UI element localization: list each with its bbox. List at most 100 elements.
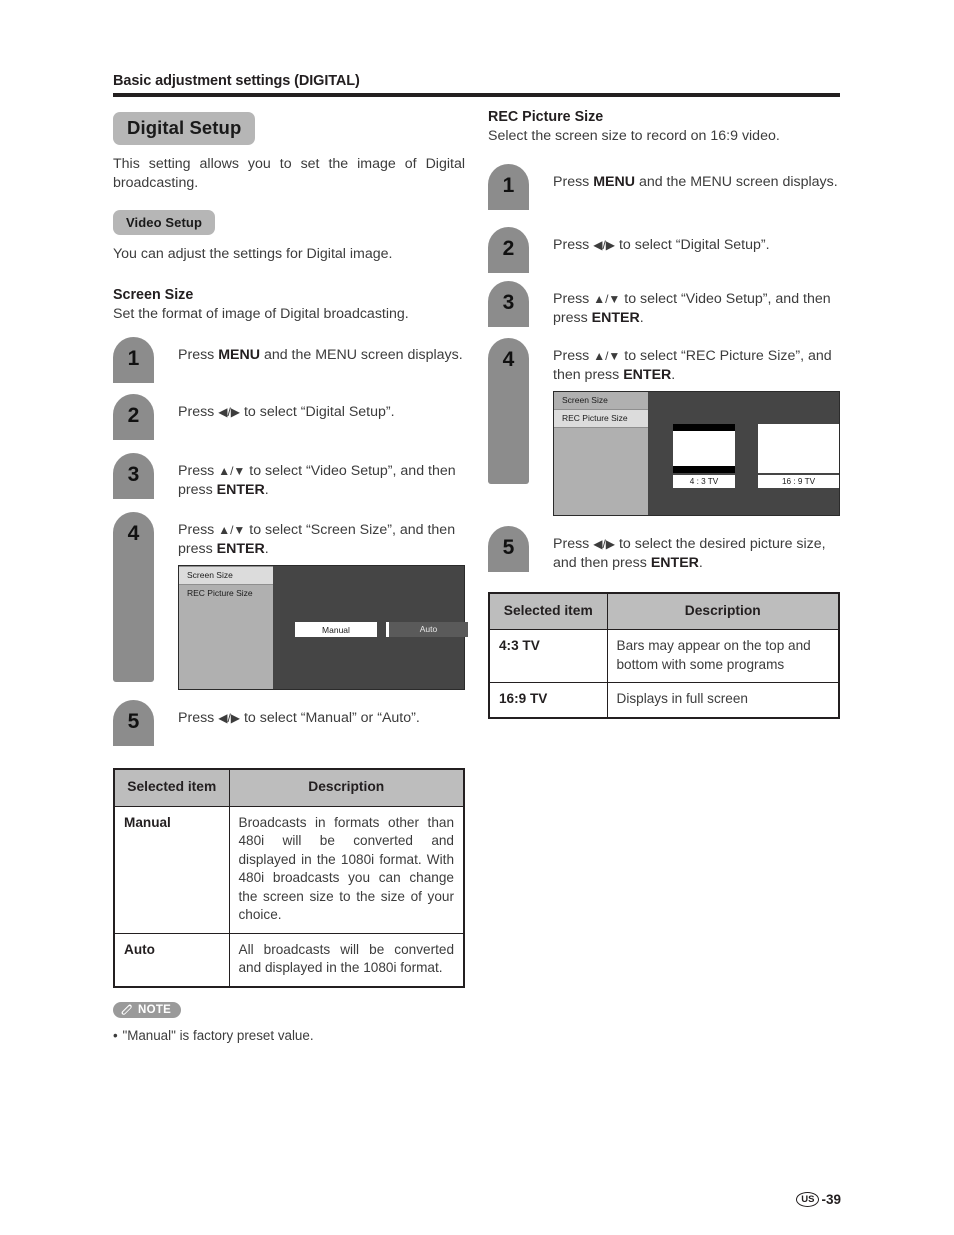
r-step-3-text-a: Press (553, 290, 594, 307)
r-step-1-text: Press MENU and the MENU screen displays. (553, 164, 840, 192)
osd-menu-item-screen-size[interactable]: Screen Size (179, 566, 273, 585)
note-block: NOTE • "Manual" is factory preset value. (113, 1001, 465, 1046)
step-1-text-a: Press (178, 347, 219, 363)
up-down-arrow-icon: ▲/▼ (218, 523, 246, 537)
page-number: -39 (821, 1192, 841, 1207)
step-3-number: 3 (113, 453, 154, 499)
r-step-3-text: Press ▲/▼ to select “Video Setup”, and t… (553, 281, 840, 328)
note-text: "Manual" is factory preset value. (122, 1028, 314, 1043)
table-cell-description: Bars may appear on the top and bottom wi… (606, 629, 840, 683)
osd-content-pane: 4 : 3 TV 16 : 9 TV (648, 391, 839, 515)
r-step-4-keycap: ENTER (623, 366, 672, 383)
r-step-5-text-c: . (698, 554, 703, 571)
right-column: REC Picture Size Select the screen size … (488, 108, 840, 719)
r-step-5-number: 5 (488, 525, 529, 572)
r-step-1-keycap: MENU (593, 173, 635, 190)
left-right-arrow-icon: ◀/▶ (593, 237, 616, 252)
table-cell-item: 4:3 TV (488, 629, 608, 683)
step-1: 1 Press MENU and the MENU screen display… (113, 337, 465, 394)
osd-menu-item-rec-picture-size[interactable]: REC Picture Size (179, 585, 273, 602)
step-2-number: 2 (113, 394, 154, 440)
osd-button-auto[interactable]: Auto (386, 622, 468, 637)
osd-menu-list: Screen Size REC Picture Size (179, 566, 273, 689)
table-cell-description: Broadcasts in formats other than 480i wi… (228, 805, 465, 934)
running-head-title: Basic adjustment settings (DIGITAL) (113, 73, 360, 89)
left-right-arrow-icon: ◀/▶ (218, 405, 241, 419)
screen-size-description-table: Selected item Description Manual Broadca… (113, 768, 465, 988)
r-step-2-text: Press ◀/▶ to select “Digital Setup”. (553, 227, 840, 255)
table-row: 16:9 TV Displays in full screen (488, 682, 840, 718)
osd-menu-item-screen-size[interactable]: Screen Size (554, 392, 648, 409)
tv-label-4-3: 4 : 3 TV (673, 474, 735, 488)
step-4: 4 Press ▲/▼ to select “Screen Size”, and… (113, 512, 468, 700)
step-3: 3 Press ▲/▼ to select “Video Setup”, and… (113, 453, 465, 512)
osd-rec-picture-size: Screen Size REC Picture Size 4 : 3 TV 16… (553, 390, 840, 516)
note-text-line: • "Manual" is factory preset value. (113, 1027, 465, 1045)
step-4-number: 4 (113, 512, 154, 682)
note-label: NOTE (138, 1003, 172, 1016)
screen-size-title: Screen Size (113, 286, 194, 303)
r-step-5-text-a: Press (553, 535, 594, 552)
region-badge-us: US (796, 1192, 820, 1207)
up-down-arrow-icon: ▲/▼ (593, 291, 621, 306)
r-step-1-text-a: Press (553, 173, 594, 190)
rec-picture-size-description-table: Selected item Description 4:3 TV Bars ma… (488, 591, 840, 719)
rec-picture-size-title: REC Picture Size (488, 109, 604, 125)
column-header-description: Description (228, 768, 465, 807)
osd-menu-list: Screen Size REC Picture Size (554, 391, 648, 515)
table-header-row: Selected item Description (488, 592, 840, 630)
r-step-1: 1 Press MENU and the MENU screen display… (488, 163, 840, 227)
r-step-2-text-a: Press (553, 236, 594, 253)
step-5-number: 5 (113, 700, 154, 746)
osd-option-16-9-tv[interactable]: 16 : 9 TV (758, 423, 839, 488)
pencil-icon (121, 1004, 132, 1015)
left-right-arrow-icon: ◀/▶ (593, 536, 616, 551)
step-5: 5 Press ◀/▶ to select “Manual” or “Auto”… (113, 700, 465, 755)
step-5-text-a: Press (178, 710, 219, 726)
r-step-2: 2 Press ◀/▶ to select “Digital Setup”. (488, 226, 840, 281)
step-5-text-b: to select “Manual” or “Auto”. (240, 710, 420, 726)
note-bullet: • (113, 1028, 119, 1043)
column-header-selected-item: Selected item (113, 768, 230, 807)
osd-screen-size: Screen Size REC Picture Size Manual Auto (178, 565, 468, 690)
screen-size-desc: Set the format of image of Digital broad… (113, 305, 409, 322)
left-column: Digital Setup This setting allows you to… (113, 112, 468, 1046)
table-cell-item: Manual (113, 805, 230, 934)
left-right-arrow-icon: ◀/▶ (218, 711, 241, 725)
step-2: 2 Press ◀/▶ to select “Digital Setup”. (113, 394, 465, 453)
step-4-text-a: Press (178, 522, 219, 538)
step-2-text-a: Press (178, 404, 219, 420)
column-header-selected-item: Selected item (488, 592, 608, 630)
rec-picture-size-desc: Select the screen size to record on 16:9… (488, 128, 780, 144)
step-1-number: 1 (113, 337, 154, 383)
step-4-keycap: ENTER (216, 541, 265, 557)
r-step-4-number: 4 (488, 337, 529, 484)
osd-menu-item-rec-picture-size[interactable]: REC Picture Size (554, 408, 648, 428)
video-setup-heading: Video Setup (113, 210, 215, 235)
tv-label-16-9: 16 : 9 TV (758, 474, 839, 488)
page-footer: US -39 (796, 1192, 841, 1207)
osd-option-4-3-tv[interactable]: 4 : 3 TV (673, 423, 735, 488)
r-step-4-text: Press ▲/▼ to select “REC Picture Size”, … (553, 338, 840, 385)
r-step-4-text-a: Press (553, 347, 594, 364)
table-cell-item: 16:9 TV (488, 682, 608, 718)
running-head: Basic adjustment settings (DIGITAL) (113, 72, 840, 97)
r-step-4: 4 Press ▲/▼ to select “REC Picture Size”… (488, 337, 840, 526)
table-cell-description: Displays in full screen (606, 682, 840, 718)
step-1-text-b: and the MENU screen displays. (260, 347, 463, 363)
table-header-row: Selected item Description (113, 768, 465, 807)
r-step-3-number: 3 (488, 280, 529, 327)
column-header-description: Description (606, 592, 840, 630)
manual-page: Basic adjustment settings (DIGITAL) Digi… (0, 0, 954, 1235)
step-4-text-c: . (264, 541, 269, 557)
r-step-2-number: 2 (488, 226, 529, 273)
r-step-3-keycap: ENTER (591, 309, 640, 326)
r-step-2-text-b: to select “Digital Setup”. (615, 236, 770, 253)
table-cell-description: All broadcasts will be converted and dis… (228, 932, 465, 987)
osd-button-manual[interactable]: Manual (295, 622, 377, 637)
step-2-text: Press ◀/▶ to select “Digital Setup”. (178, 394, 465, 422)
r-step-3-text-c: . (639, 309, 644, 326)
note-badge: NOTE (113, 1001, 182, 1018)
r-step-5-text: Press ◀/▶ to select the desired picture … (553, 526, 840, 573)
digital-setup-heading: Digital Setup (113, 112, 256, 145)
